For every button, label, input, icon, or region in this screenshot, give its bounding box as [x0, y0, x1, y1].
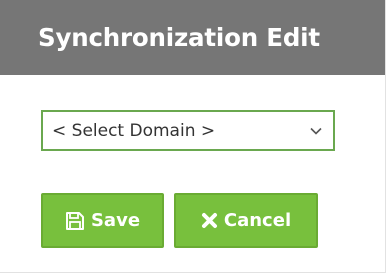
synchronization-edit-panel: Synchronization Edit < Select Domain > S…: [0, 0, 386, 273]
save-label: Save: [90, 210, 141, 231]
domain-select-value: < Select Domain >: [52, 120, 216, 141]
cancel-label: Cancel: [223, 210, 292, 231]
panel-title: Synchronization Edit: [38, 23, 320, 52]
domain-select[interactable]: < Select Domain >: [41, 110, 335, 151]
cancel-button[interactable]: Cancel: [174, 193, 318, 248]
x-icon: [201, 212, 218, 229]
panel-header: Synchronization Edit: [0, 0, 385, 75]
chevron-down-icon: [309, 126, 323, 136]
save-button[interactable]: Save: [41, 193, 164, 248]
floppy-disk-icon: [65, 211, 85, 231]
